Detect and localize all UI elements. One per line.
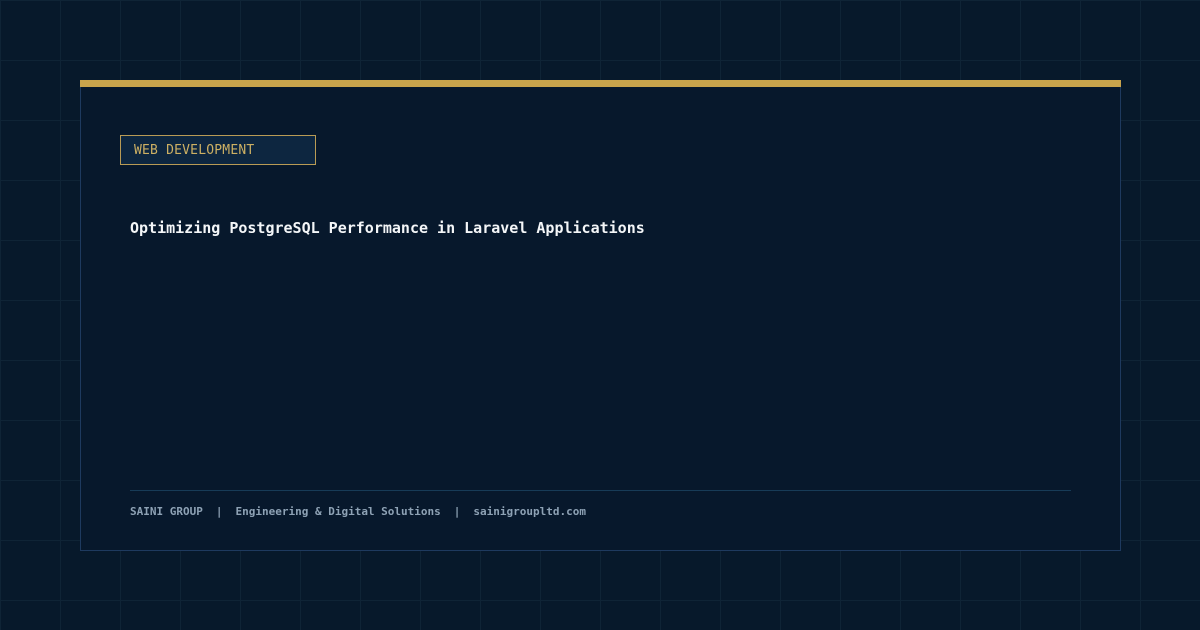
- footer-separator: |: [453, 505, 461, 518]
- category-label: WEB DEVELOPMENT: [134, 142, 255, 158]
- article-card: WEB DEVELOPMENT Optimizing PostgreSQL Pe…: [80, 80, 1121, 551]
- footer-website: sainigroupltd.com: [473, 505, 587, 518]
- footer-separator: |: [215, 505, 223, 518]
- accent-bar: [80, 80, 1121, 87]
- footer-company: SAINI GROUP: [130, 505, 203, 518]
- footer-tagline: Engineering & Digital Solutions: [235, 505, 441, 518]
- footer-divider: [130, 490, 1071, 491]
- category-badge: WEB DEVELOPMENT: [120, 135, 316, 165]
- footer: SAINI GROUP | Engineering & Digital Soluti…: [130, 505, 586, 519]
- article-title: Optimizing PostgreSQL Performance in Lar…: [130, 219, 645, 237]
